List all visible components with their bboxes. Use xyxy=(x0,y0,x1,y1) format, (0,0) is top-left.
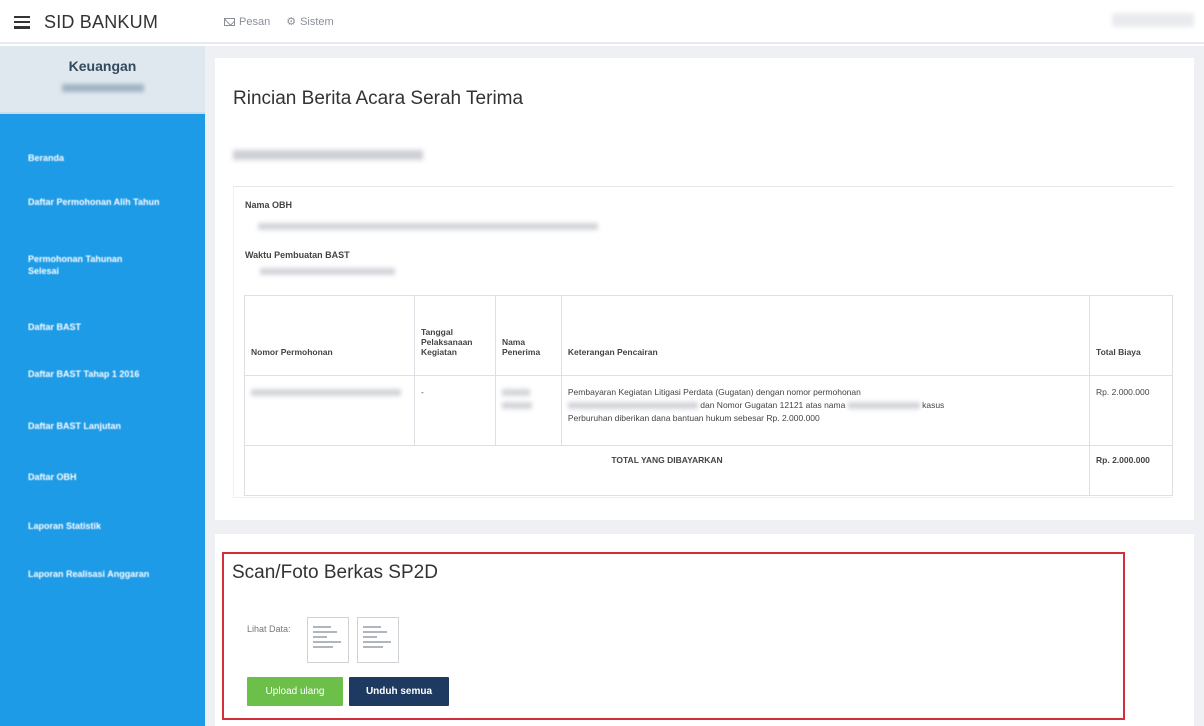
user-menu[interactable] xyxy=(1112,13,1194,27)
keterangan-line-1: Pembayaran Kegiatan Litigasi Perdata (Gu… xyxy=(567,387,861,397)
scan-title: Scan/Foto Berkas SP2D xyxy=(232,562,438,583)
table-row: - Pembayaran Kegiatan Litigasi Perdata (… xyxy=(244,375,1173,446)
col-tanggal: Tanggal Pelaksanaan Kegiatan xyxy=(413,295,496,376)
table-total-row: TOTAL YANG DIBAYARKAN Rp. 2.000.000 xyxy=(243,445,1173,496)
brand: SID BANKUM xyxy=(0,0,205,44)
keterangan-line-3: kasus xyxy=(922,400,945,410)
hamburger-menu-icon[interactable] xyxy=(14,15,30,29)
col-keterangan: Keterangan Pencairan xyxy=(560,295,1091,376)
waktu-label: Waktu Pembuatan BAST xyxy=(245,250,350,260)
keterangan-line-2: dan Nomor Gugatan 12121 atas nama xyxy=(700,400,846,410)
sidebar-item-laporan-realisasi-anggaran[interactable]: Laporan Realisasi Anggaran xyxy=(28,568,178,580)
bast-number xyxy=(233,150,423,160)
envelope-icon xyxy=(224,18,235,26)
cell-nama-penerima xyxy=(494,375,562,446)
keterangan-line-4: Perburuhan diberikan dana bantuan hukum … xyxy=(567,413,820,423)
cell-tanggal: - xyxy=(413,375,496,446)
nav-pesan[interactable]: Pesan xyxy=(224,16,270,28)
nama-obh-value xyxy=(258,223,598,230)
sidebar-item-permohonan-alih-tahun[interactable]: Daftar Permohonan Alih Tahun xyxy=(28,196,168,208)
sidebar-item-daftar-bast[interactable]: Daftar BAST xyxy=(28,321,178,333)
nav-pesan-label: Pesan xyxy=(239,16,271,28)
document-thumbnail[interactable] xyxy=(357,617,399,663)
sidebar-item-daftar-obh[interactable]: Daftar OBH xyxy=(28,471,178,483)
sidebar-item-laporan-statistik[interactable]: Laporan Statistik xyxy=(28,520,178,532)
document-thumbnail[interactable] xyxy=(307,617,349,663)
top-bar: SID BANKUM Pesan ⚙ Sistem xyxy=(0,0,1204,44)
cell-total-biaya: Rp. 2.000.000 xyxy=(1089,375,1173,446)
upload-ulang-button[interactable]: Upload ulang xyxy=(247,677,343,706)
bast-table: Nomor Permohonan Tanggal Pelaksanaan Keg… xyxy=(243,295,1173,496)
lihat-data-label: Lihat Data: xyxy=(247,624,291,634)
table-header-row: Nomor Permohonan Tanggal Pelaksanaan Keg… xyxy=(244,295,1173,376)
profile-username xyxy=(61,84,144,92)
nav-sistem-label: Sistem xyxy=(300,16,334,28)
waktu-value xyxy=(260,268,395,275)
sidebar-item-beranda[interactable]: Beranda xyxy=(28,152,178,164)
col-total-biaya: Total Biaya xyxy=(1089,295,1173,376)
app-title: SID BANKUM xyxy=(44,11,159,32)
col-nomor-permohonan: Nomor Permohonan xyxy=(244,295,415,376)
nama-obh-label: Nama OBH xyxy=(245,200,293,210)
col-nama-penerima: Nama Penerima xyxy=(494,295,562,376)
unduh-semua-button[interactable]: Unduh semua xyxy=(349,677,449,706)
page-title: Rincian Berita Acara Serah Terima xyxy=(233,88,524,109)
sidebar-item-permohonan-tahunan-selesai[interactable]: Permohonan Tahunan Selesai xyxy=(28,253,148,277)
cell-nomor-permohonan xyxy=(244,375,415,446)
total-label: TOTAL YANG DIBAYARKAN xyxy=(243,445,1091,496)
gear-icon: ⚙ xyxy=(286,15,297,28)
sidebar-profile: Keuangan xyxy=(0,46,205,114)
top-nav: Pesan ⚙ Sistem xyxy=(224,0,334,44)
total-value: Rp. 2.000.000 xyxy=(1089,445,1173,496)
nav-sistem[interactable]: ⚙ Sistem xyxy=(286,16,334,28)
sidebar: Keuangan Beranda Daftar Permohonan Alih … xyxy=(0,46,205,726)
profile-title: Keuangan xyxy=(68,58,137,74)
cell-keterangan: Pembayaran Kegiatan Litigasi Perdata (Gu… xyxy=(560,375,1091,446)
sidebar-item-bast-lanjutan[interactable]: Daftar BAST Lanjutan xyxy=(28,420,178,432)
sidebar-item-bast-tahap-1-2016[interactable]: Daftar BAST Tahap 1 2016 xyxy=(28,368,178,380)
